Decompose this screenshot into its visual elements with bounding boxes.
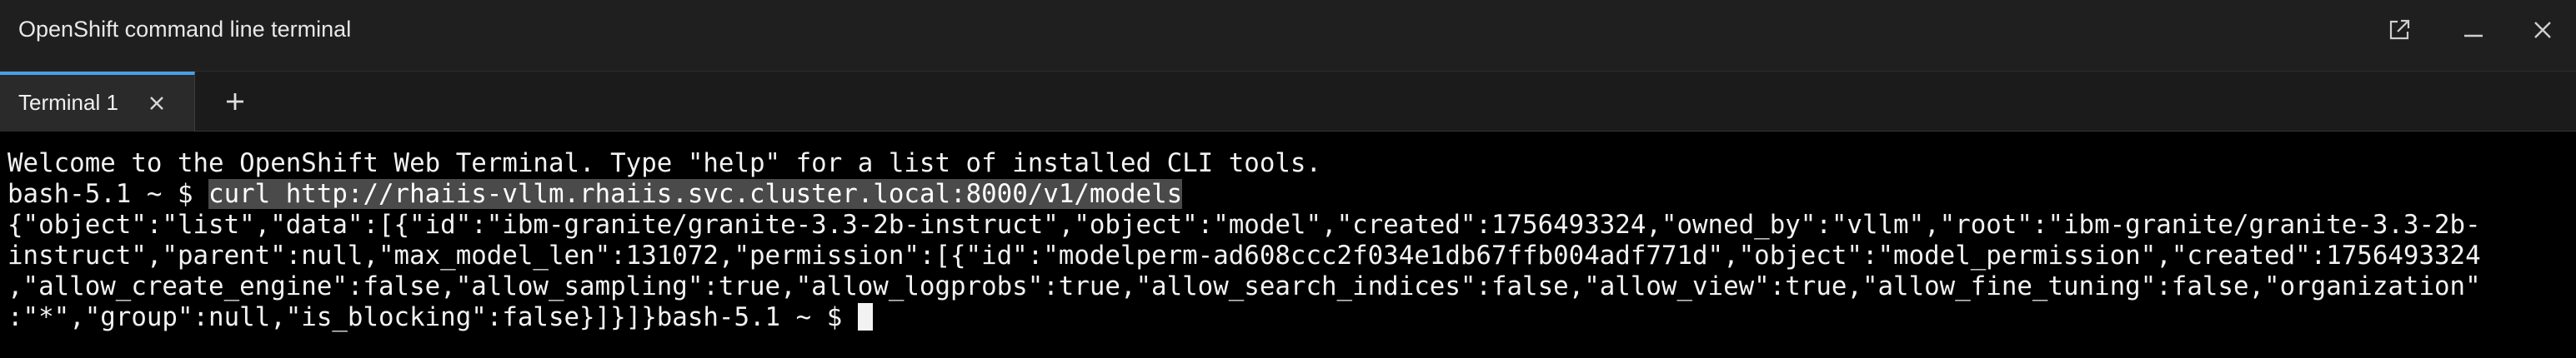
new-tab-button[interactable] [217,83,253,120]
output-line: {"object":"list","data":[{"id":"ibm-gran… [8,210,2481,240]
close-icon [2534,22,2551,38]
close-icon [150,97,163,110]
tab-close-button[interactable] [143,90,170,117]
text-cursor [857,303,873,331]
plus-icon [227,93,243,110]
tab-bar: Terminal 1 [0,72,2576,132]
output-tail: :"*","group":null,"is_blocking":false}]}… [8,302,657,332]
selected-command: curl http://rhaiis-vllm.rhaiis.svc.clust… [208,179,1183,209]
popout-button[interactable] [2381,12,2418,48]
title-bar: OpenShift command line terminal [0,0,2576,72]
terminal-output[interactable]: Welcome to the OpenShift Web Terminal. T… [0,132,2576,358]
window-title: OpenShift command line terminal [18,17,352,42]
external-link-icon [2389,19,2410,40]
welcome-line: Welcome to the OpenShift Web Terminal. T… [8,148,1322,178]
prompt: bash-5.1 ~ $ [656,302,858,332]
close-window-button[interactable] [2524,12,2561,48]
command-line: bash-5.1 ~ $ curl http://rhaiis-vllm.rha… [8,179,2576,210]
minimize-icon [2464,34,2483,37]
tab-label: Terminal 1 [18,90,118,115]
output-line: instruct","parent":null,"max_model_len":… [8,241,2481,271]
tab-terminal-1[interactable]: Terminal 1 [0,72,195,132]
minimize-button[interactable] [2455,12,2492,48]
prompt-line: :"*","group":null,"is_blocking":false}]}… [8,302,2576,333]
output-line: ,"allow_create_engine":false,"allow_samp… [8,271,2481,301]
prompt: bash-5.1 ~ $ [8,179,209,209]
terminal-window: OpenShift command line terminal Terminal… [0,0,2576,358]
